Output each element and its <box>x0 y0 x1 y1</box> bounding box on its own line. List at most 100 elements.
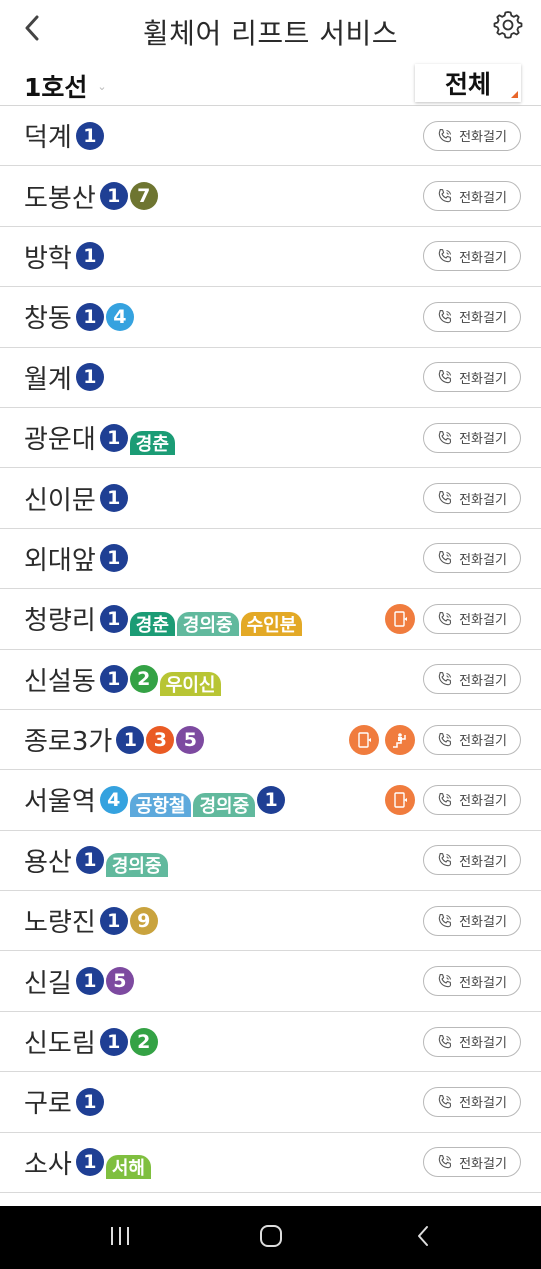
line-badges: 1 <box>75 106 106 165</box>
station-row[interactable]: 신이문 1 전화걸기 <box>0 468 541 529</box>
phone-icon <box>437 671 453 687</box>
station-info: 외대앞 1 <box>24 529 423 588</box>
line-badges: 1 <box>75 227 106 286</box>
station-row[interactable]: 광운대 1 경춘 전화걸기 <box>0 408 541 469</box>
station-row[interactable]: 종로3가 1 3 5 전화걸기 <box>0 710 541 771</box>
line-badges: 17 <box>99 166 160 225</box>
facility-icons <box>379 603 415 634</box>
phone-icon <box>437 792 453 808</box>
line-badge: 9 <box>129 906 158 935</box>
call-button[interactable]: 전화걸기 <box>423 543 521 574</box>
line-badge: 1 <box>99 182 128 211</box>
line-badge: 경의중 <box>105 853 168 878</box>
line-badge: 우이신 <box>159 672 222 697</box>
station-row[interactable]: 구로 1 전화걸기 <box>0 1072 541 1133</box>
station-row[interactable]: 소사 1 서해 전화걸기 <box>0 1133 541 1194</box>
station-row[interactable]: 신길 1 5 전화걸기 <box>0 951 541 1012</box>
back-nav-button[interactable] <box>403 1220 443 1256</box>
call-button[interactable]: 전화걸기 <box>423 181 521 212</box>
station-row[interactable]: 도봉산 1 7 전화걸기 <box>0 166 541 227</box>
station-name: 신이문 <box>24 485 96 516</box>
station-info: 신설동 1 2 우이신 <box>24 650 423 709</box>
station-row[interactable]: 덕계 1 전화걸기 <box>0 106 541 167</box>
phone-icon <box>437 913 453 929</box>
page-title: 휠체어 리프트 서비스 <box>142 17 399 50</box>
station-info: 신이문 1 <box>24 468 423 527</box>
call-button[interactable]: 전화걸기 <box>423 905 521 936</box>
call-button[interactable]: 전화걸기 <box>423 603 521 634</box>
call-button-label: 전화걸기 <box>459 734 507 750</box>
call-button[interactable]: 전화걸기 <box>423 724 521 755</box>
line-badge: 2 <box>129 665 158 694</box>
call-button[interactable]: 전화걸기 <box>423 422 521 453</box>
call-button-label: 전화걸기 <box>459 854 507 870</box>
call-button[interactable]: 전화걸기 <box>423 664 521 695</box>
station-row[interactable]: 월계 1 전화걸기 <box>0 348 541 408</box>
filter-dropdown[interactable]: 전체 <box>415 64 521 102</box>
call-button[interactable]: 전화걸기 <box>423 301 521 332</box>
line-filter-bar: 1호선 ⌄ 전체 <box>0 60 541 106</box>
line-badge: 1 <box>99 906 128 935</box>
settings-button[interactable] <box>491 10 525 44</box>
station-row[interactable]: 창동 1 4 전화걸기 <box>0 287 541 348</box>
station-info: 광운대 1 경춘 <box>24 408 423 467</box>
station-row[interactable]: 외대앞 1 전화걸기 <box>0 529 541 590</box>
station-row[interactable]: 서울역 4 공항철 경의중 1 전화걸기 <box>0 770 541 831</box>
line-badges: 1 <box>75 348 106 407</box>
station-row[interactable]: 방학 1 전화걸기 <box>0 227 541 288</box>
phone-icon <box>437 852 453 868</box>
call-button-label: 전화걸기 <box>459 311 507 327</box>
station-row[interactable]: 신도림 1 2 전화걸기 <box>0 1012 541 1073</box>
call-button-label: 전화걸기 <box>459 250 507 266</box>
dropdown-corner-icon <box>511 91 518 98</box>
call-button[interactable]: 전화걸기 <box>423 120 521 151</box>
phone-icon <box>437 369 453 385</box>
elevator-icon <box>385 784 415 815</box>
line-badge: 1 <box>116 725 145 754</box>
station-row[interactable]: 청량리 1 경춘 경의중 수인분 전화걸기 <box>0 589 541 650</box>
line-badges: 1 2 우이신 <box>99 650 224 709</box>
line-selector[interactable]: 1호선 ⌄ <box>24 68 107 104</box>
call-button[interactable]: 전화걸기 <box>423 362 521 393</box>
line-badge: 1 <box>99 544 128 573</box>
station-info: 서울역 4 공항철 경의중 1 <box>24 770 379 829</box>
line-badge: 서해 <box>105 1155 151 1180</box>
station-name: 용산 <box>24 847 72 878</box>
line-badge: 경의중 <box>193 792 256 817</box>
station-name: 방학 <box>24 243 72 274</box>
line-badge: 1 <box>99 484 128 513</box>
station-row[interactable]: 노량진 1 9 전화걸기 <box>0 891 541 952</box>
call-button[interactable]: 전화걸기 <box>423 1147 521 1178</box>
line-badge: 1 <box>75 846 104 875</box>
recent-apps-button[interactable] <box>100 1220 140 1256</box>
call-button[interactable]: 전화걸기 <box>423 966 521 997</box>
phone-icon <box>437 973 453 989</box>
line-badge: 경춘 <box>129 611 175 636</box>
line-badge: 공항철 <box>129 792 192 817</box>
phone-icon <box>437 128 453 144</box>
line-badge: 2 <box>129 1027 158 1056</box>
call-button[interactable]: 전화걸기 <box>423 784 521 815</box>
phone-icon <box>437 248 453 264</box>
call-button[interactable]: 전화걸기 <box>423 845 521 876</box>
call-button-label: 전화걸기 <box>459 1096 507 1112</box>
line-badge: 4 <box>99 785 128 814</box>
call-button[interactable]: 전화걸기 <box>423 1086 521 1117</box>
home-button[interactable] <box>251 1220 291 1256</box>
call-button-label: 전화걸기 <box>459 190 507 206</box>
station-row[interactable]: 신설동 1 2 우이신 전화걸기 <box>0 650 541 710</box>
station-name: 덕계 <box>24 123 72 154</box>
phone-icon <box>437 611 453 627</box>
phone-icon <box>437 550 453 566</box>
call-button[interactable]: 전화걸기 <box>423 483 521 514</box>
call-button[interactable]: 전화걸기 <box>423 1026 521 1057</box>
call-button[interactable]: 전화걸기 <box>423 241 521 272</box>
call-button-label: 전화걸기 <box>459 432 507 448</box>
phone-icon <box>437 309 453 325</box>
station-row[interactable]: 용산 1 경의중 전화걸기 <box>0 831 541 892</box>
station-name: 노량진 <box>24 908 96 939</box>
caret-down-icon: ⌄ <box>97 79 107 93</box>
phone-icon <box>437 1094 453 1110</box>
station-info: 청량리 1 경춘 경의중 수인분 <box>24 589 379 648</box>
call-button-label: 전화걸기 <box>459 915 507 931</box>
